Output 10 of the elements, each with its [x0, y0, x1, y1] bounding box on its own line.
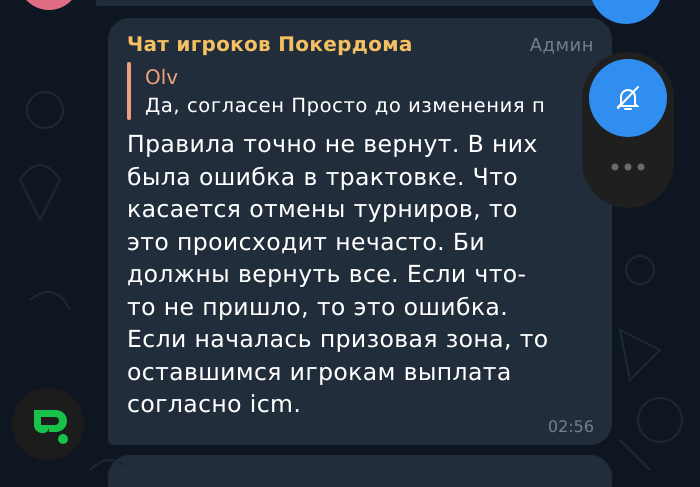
reply-author: Olv [145, 64, 180, 91]
reply-text: Да, согласен Просто до изменения п [145, 93, 546, 119]
admin-label: Админ [530, 35, 594, 56]
more-icon[interactable] [610, 163, 646, 171]
message-text: Правила точно не вернут. В них была ошибка в трактовке. Что касается отмены турниров, то это происходит нечасто. Би должны вернуть все. Если что-то не пришло, то это ошибка. Если началась призовая зона, то оставшимся игрокам выплата согласно icm. [127, 129, 550, 420]
message-time: 02:56 [548, 416, 594, 436]
mute-button[interactable] [589, 59, 667, 137]
reply-quote[interactable]: Olv Да, согласен Просто до изменения п [127, 62, 546, 120]
chat-avatar-icon[interactable] [12, 388, 84, 460]
sender-name[interactable]: Чат игроков Покердома [127, 32, 413, 56]
